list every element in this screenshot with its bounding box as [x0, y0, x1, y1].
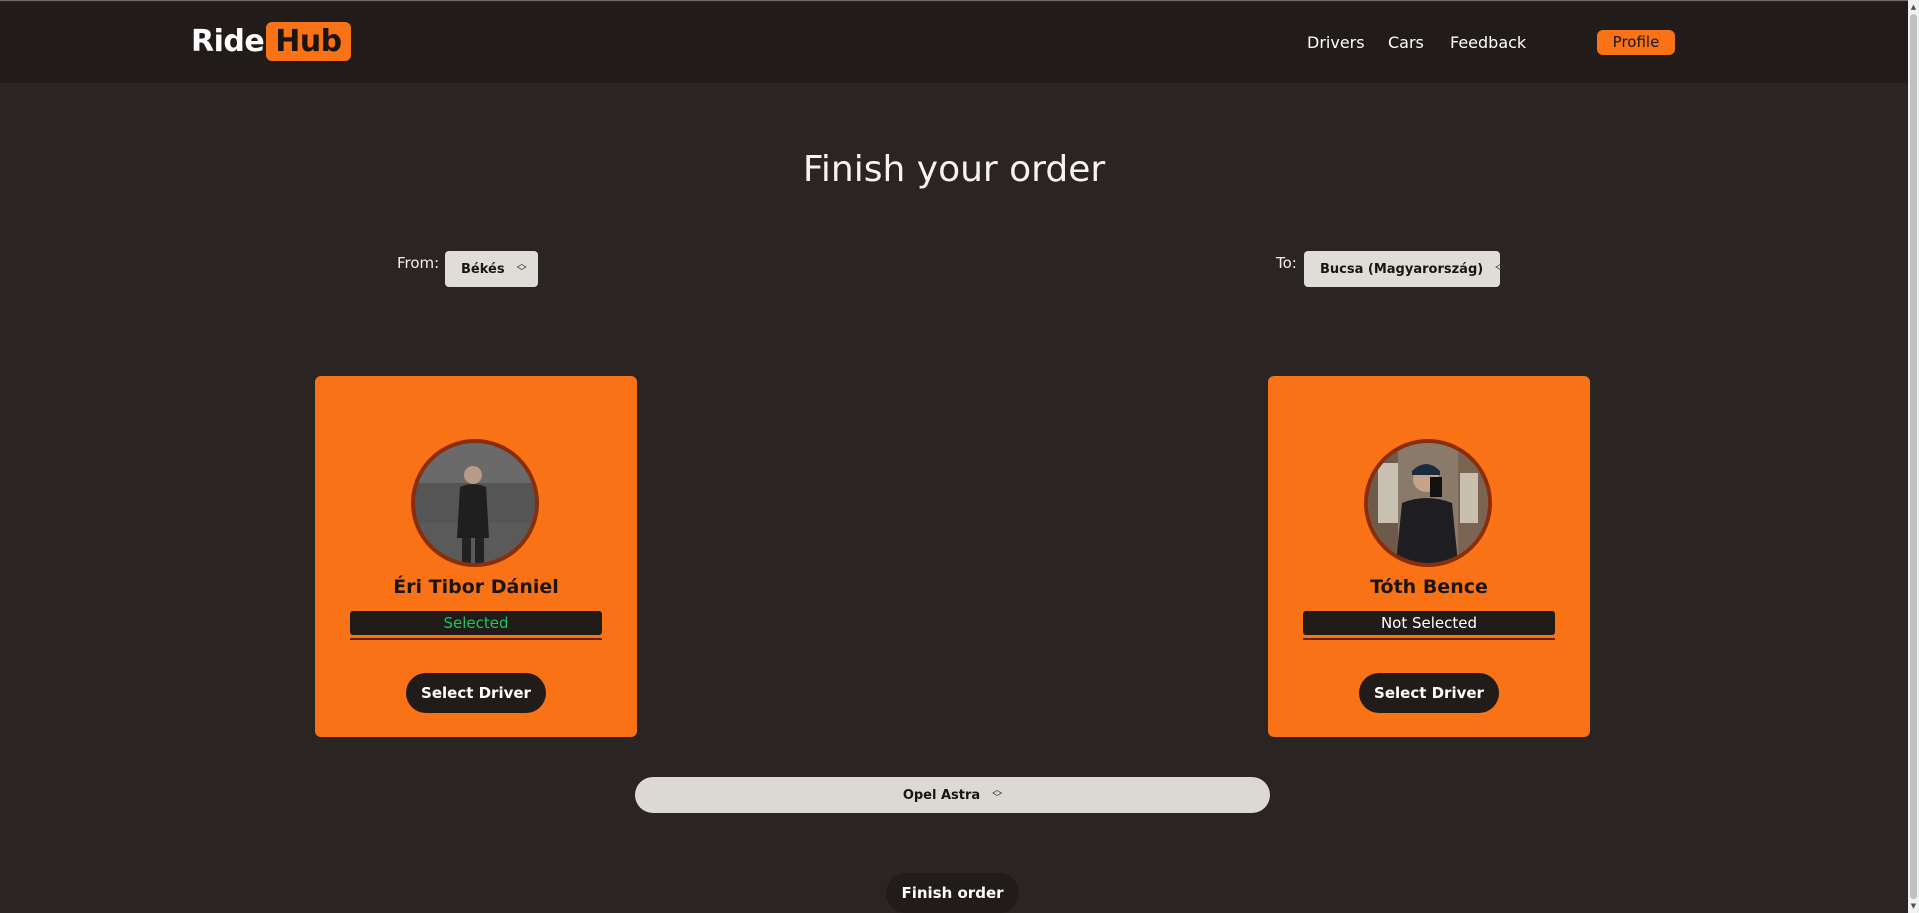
page-title: Finish your order — [802, 149, 1106, 190]
driver-photo-image — [415, 443, 535, 563]
chevron-up-down-icon: ︿ ﹀ — [1495, 259, 1506, 278]
to-select[interactable]: Bucsa (Magyarország) ︿ ﹀ — [1304, 251, 1505, 287]
scroll-down-arrow-icon[interactable]: ▼ — [1908, 900, 1919, 912]
ridehub-logo[interactable]: Ride Hub — [191, 22, 351, 61]
status-divider — [1303, 638, 1555, 640]
driver-photo-image — [1368, 443, 1488, 563]
driver-name: Éri Tibor Dániel — [393, 576, 559, 598]
driver-avatar — [1364, 439, 1492, 567]
scrollbar-thumb[interactable] — [1910, 14, 1917, 899]
logo-hub-badge: Hub — [266, 22, 351, 61]
select-driver-button[interactable]: Select Driver — [406, 673, 546, 713]
driver-status-selected: Selected — [350, 611, 602, 635]
driver-card: Éri Tibor Dániel Selected Select Driver — [315, 376, 637, 737]
chevron-up-down-icon: ︿ ﹀ — [992, 785, 1003, 804]
driver-card: Tóth Bence Not Selected Select Driver — [1268, 376, 1590, 737]
car-select-value: Opel Astra — [902, 787, 981, 803]
car-select[interactable]: Opel Astra ︿ ﹀ — [635, 777, 1270, 813]
select-driver-button[interactable]: Select Driver — [1359, 673, 1499, 713]
to-label: To: — [1276, 254, 1297, 272]
status-divider — [350, 638, 602, 640]
finish-order-button[interactable]: Finish order — [886, 873, 1019, 913]
driver-status-not-selected: Not Selected — [1303, 611, 1555, 635]
to-select-value: Bucsa (Magyarország) — [1320, 261, 1484, 277]
driver-name: Tóth Bence — [1370, 576, 1488, 598]
top-navbar: Ride Hub Drivers Cars Feedback Profile — [0, 2, 1908, 83]
from-select-value: Békés — [461, 261, 505, 277]
from-label: From: — [397, 254, 440, 272]
profile-button[interactable]: Profile — [1597, 30, 1675, 55]
from-select[interactable]: Békés ︿ ﹀ — [445, 251, 538, 287]
nav-drivers-link[interactable]: Drivers — [1307, 31, 1365, 55]
chevron-up-down-icon: ︿ ﹀ — [516, 259, 527, 278]
page: Ride Hub Drivers Cars Feedback Profile F… — [0, 0, 1908, 913]
nav-cars-link[interactable]: Cars — [1388, 31, 1424, 55]
logo-ride-text: Ride — [191, 24, 265, 59]
nav-feedback-link[interactable]: Feedback — [1450, 31, 1526, 55]
scroll-up-arrow-icon[interactable]: ▲ — [1908, 1, 1919, 13]
vertical-scrollbar[interactable]: ▲ ▼ — [1908, 0, 1919, 913]
driver-avatar — [411, 439, 539, 567]
